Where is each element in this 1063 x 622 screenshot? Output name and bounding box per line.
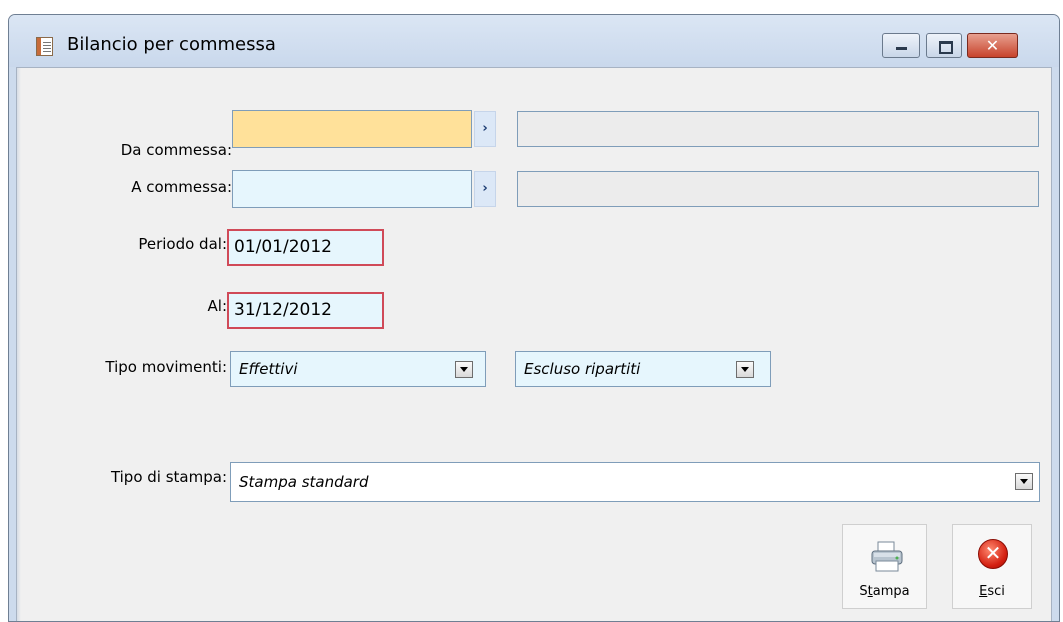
ripartiti-select[interactable]: Escluso ripartiti	[515, 351, 771, 387]
da-commessa-zoom-button[interactable]: ›	[474, 111, 496, 147]
close-icon: ✕	[985, 36, 1000, 55]
tipo-stampa-select[interactable]: Stampa standard	[230, 462, 1040, 502]
al-input[interactable]: 31/12/2012	[227, 292, 384, 329]
window-title: Bilancio per commessa	[67, 34, 276, 55]
tipo-movimenti-label: Tipo movimenti:	[105, 358, 227, 376]
printer-icon	[871, 541, 903, 572]
esci-label: Esci	[979, 584, 1005, 599]
a-commessa-description	[517, 171, 1039, 207]
title-bar[interactable]: Bilancio per commessa ✕	[9, 15, 1059, 67]
dropdown-arrow-icon[interactable]	[736, 361, 754, 378]
maximize-button[interactable]	[926, 33, 962, 58]
al-label: Al:	[207, 297, 227, 315]
periodo-dal-label: Periodo dal:	[138, 235, 227, 253]
tipo-movimenti-value: Effettivi	[239, 360, 298, 378]
da-commessa-input[interactable]	[232, 110, 472, 148]
minimize-button[interactable]	[882, 33, 920, 58]
periodo-dal-input[interactable]: 01/01/2012	[227, 229, 384, 266]
da-commessa-label: Da commessa:	[120, 141, 232, 159]
tipo-stampa-value: Stampa standard	[239, 473, 369, 491]
esci-button[interactable]: ✕ Esci	[952, 524, 1032, 609]
a-commessa-zoom-button[interactable]: ›	[474, 171, 496, 207]
form-area: Da commessa: › A commessa: › Periodo dal…	[16, 67, 1052, 621]
da-commessa-description	[517, 111, 1039, 147]
close-window-button[interactable]: ✕	[967, 33, 1018, 58]
stampa-button[interactable]: Stampa	[842, 524, 927, 609]
dropdown-arrow-icon[interactable]	[1015, 473, 1033, 490]
document-icon	[36, 37, 53, 56]
a-commessa-input[interactable]	[232, 170, 472, 208]
tipo-movimenti-select[interactable]: Effettivi	[230, 351, 486, 387]
ripartiti-value: Escluso ripartiti	[524, 360, 641, 378]
stampa-label: Stampa	[859, 584, 910, 599]
exit-icon: ✕	[978, 539, 1008, 569]
dropdown-arrow-icon[interactable]	[455, 361, 473, 378]
chevron-right-icon: ›	[482, 121, 488, 136]
chevron-right-icon: ›	[482, 181, 488, 196]
app-window: Bilancio per commessa ✕ Da commessa: › A…	[8, 14, 1060, 622]
tipo-stampa-label: Tipo di stampa:	[110, 468, 227, 486]
a-commessa-label: A commessa:	[131, 178, 232, 196]
